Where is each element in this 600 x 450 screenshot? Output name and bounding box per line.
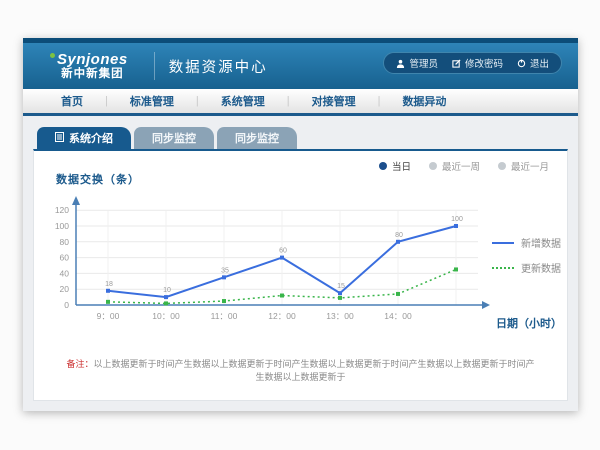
point-label: 10 — [163, 287, 171, 294]
main-nav: 首页 | 标准管理 | 系统管理 | 对接管理 | 数据异动 — [23, 89, 578, 116]
logo-text: Synjones — [57, 52, 128, 68]
data-point — [454, 267, 458, 271]
page-canvas: Synjones 新中新集团 数据资源中心 管理员 修改密码 — [0, 0, 600, 450]
point-label: 18 — [105, 281, 113, 288]
tab-system-intro[interactable]: 系统介绍 — [37, 127, 131, 149]
data-point — [222, 299, 226, 303]
nav-item-home[interactable]: 首页 — [59, 93, 85, 109]
legend-item-updated-data[interactable]: 更新数据 — [492, 260, 561, 275]
data-point — [280, 256, 284, 260]
point-label: 60 — [279, 248, 287, 255]
footnote-prefix: 备注： — [66, 359, 93, 369]
current-user-button[interactable]: 管理员 — [396, 56, 438, 70]
radio-label: 最近一月 — [511, 159, 549, 173]
document-icon — [55, 132, 64, 145]
tab-sync-monitor-1[interactable]: 同步监控 — [134, 127, 214, 149]
nav-separator: | — [105, 95, 108, 107]
point-label: 80 — [395, 232, 403, 239]
chart-svg: 0 20 40 60 80 100 120 9：00 10：00 11：00 12：00 13：00 1… — [46, 189, 506, 335]
data-point — [396, 292, 400, 296]
logout-label: 退出 — [530, 56, 549, 70]
data-point — [280, 294, 284, 298]
header-divider — [154, 52, 155, 80]
y-tick-label: 20 — [60, 284, 70, 294]
data-point — [106, 289, 110, 293]
data-point — [396, 240, 400, 244]
point-label: 15 — [337, 283, 345, 290]
user-name-label: 管理员 — [409, 56, 438, 70]
radio-dot-icon — [379, 162, 387, 170]
nav-item-standard-mgmt[interactable]: 标准管理 — [128, 93, 176, 109]
chart-legend: 新增数据 更新数据 — [492, 235, 561, 275]
dotted-line-swatch-icon — [492, 267, 514, 269]
nav-separator: | — [287, 95, 290, 107]
page-title: 数据资源中心 — [169, 56, 268, 77]
point-label: 35 — [221, 267, 229, 274]
y-tick-label: 100 — [55, 221, 69, 231]
nav-item-system-mgmt[interactable]: 系统管理 — [219, 93, 267, 109]
data-point — [106, 300, 110, 304]
nav-item-interface-mgmt[interactable]: 对接管理 — [310, 93, 358, 109]
tab-sync-monitor-2[interactable]: 同步监控 — [217, 127, 297, 149]
x-tick-label: 12：00 — [268, 311, 296, 321]
x-tick-label: 13：00 — [326, 311, 354, 321]
point-label: 100 — [451, 216, 463, 223]
data-point — [338, 296, 342, 300]
edit-icon — [452, 59, 461, 68]
radio-last-month[interactable]: 最近一月 — [498, 159, 549, 173]
y-axis-arrow-icon — [72, 196, 80, 205]
legend-label: 更新数据 — [521, 260, 561, 275]
y-tick-label: 120 — [55, 205, 69, 215]
y-tick-label: 80 — [60, 237, 70, 247]
data-point — [222, 275, 226, 279]
y-axis-title: 数据交换（条） — [56, 171, 140, 187]
y-tick-label: 0 — [64, 300, 69, 310]
radio-last-week[interactable]: 最近一周 — [429, 159, 480, 173]
x-tick-label: 9：00 — [97, 311, 120, 321]
line-chart: 0 20 40 60 80 100 120 9：00 10：00 11：00 12：00 13：00 1… — [46, 189, 506, 340]
user-toolbar: 管理员 修改密码 退出 — [383, 52, 562, 74]
logo-company-name: 新中新集团 — [61, 68, 124, 80]
app-window: Synjones 新中新集团 数据资源中心 管理员 修改密码 — [23, 38, 578, 411]
company-logo: Synjones 新中新集团 — [37, 52, 140, 80]
radio-dot-icon — [498, 162, 506, 170]
x-axis-title: 日期（小时） — [496, 315, 562, 331]
change-password-label: 修改密码 — [465, 56, 503, 70]
nav-separator: | — [196, 95, 199, 107]
x-axis-arrow-icon — [482, 301, 490, 309]
y-tick-label: 40 — [60, 268, 70, 278]
data-point — [164, 295, 168, 299]
nav-item-data-change[interactable]: 数据异动 — [400, 93, 448, 109]
footnote-text: 以上数据更新于时间产生数据以上数据更新于时间产生数据以上数据更新于时间产生数据以… — [94, 359, 535, 382]
chart-panel: 当日 最近一周 最近一月 数据交换（条） 0 20 40 60 80 100 120 9：00… — [33, 149, 568, 401]
content-area: 系统介绍 同步监控 同步监控 当日 最近一周 — [23, 116, 578, 401]
change-password-button[interactable]: 修改密码 — [452, 56, 503, 70]
x-tick-label: 10：00 — [152, 311, 180, 321]
x-tick-label: 11：00 — [211, 311, 238, 321]
radio-label: 最近一周 — [442, 159, 480, 173]
nav-separator: | — [378, 95, 381, 107]
tab-label: 系统介绍 — [69, 130, 113, 146]
tab-label: 同步监控 — [235, 130, 279, 146]
radio-today[interactable]: 当日 — [379, 159, 411, 173]
y-tick-label: 60 — [60, 253, 70, 263]
data-point — [338, 291, 342, 295]
power-icon — [517, 59, 526, 68]
user-icon — [396, 59, 405, 68]
radio-dot-icon — [429, 162, 437, 170]
legend-item-new-data[interactable]: 新增数据 — [492, 235, 561, 250]
data-point — [454, 224, 458, 228]
range-filter-group: 当日 最近一周 最近一月 — [379, 159, 549, 173]
tab-bar: 系统介绍 同步监控 同步监控 — [33, 126, 568, 149]
logo-leaf-icon — [50, 53, 55, 58]
x-tick-label: 14：00 — [384, 311, 412, 321]
legend-label: 新增数据 — [521, 235, 561, 250]
tab-label: 同步监控 — [152, 130, 196, 146]
solid-line-swatch-icon — [492, 242, 514, 244]
app-header: Synjones 新中新集团 数据资源中心 管理员 修改密码 — [23, 43, 578, 89]
radio-label: 当日 — [392, 159, 411, 173]
logout-button[interactable]: 退出 — [517, 56, 549, 70]
footnote: 备注：以上数据更新于时间产生数据以上数据更新于时间产生数据以上数据更新于时间产生… — [34, 357, 567, 383]
data-point — [164, 301, 168, 305]
